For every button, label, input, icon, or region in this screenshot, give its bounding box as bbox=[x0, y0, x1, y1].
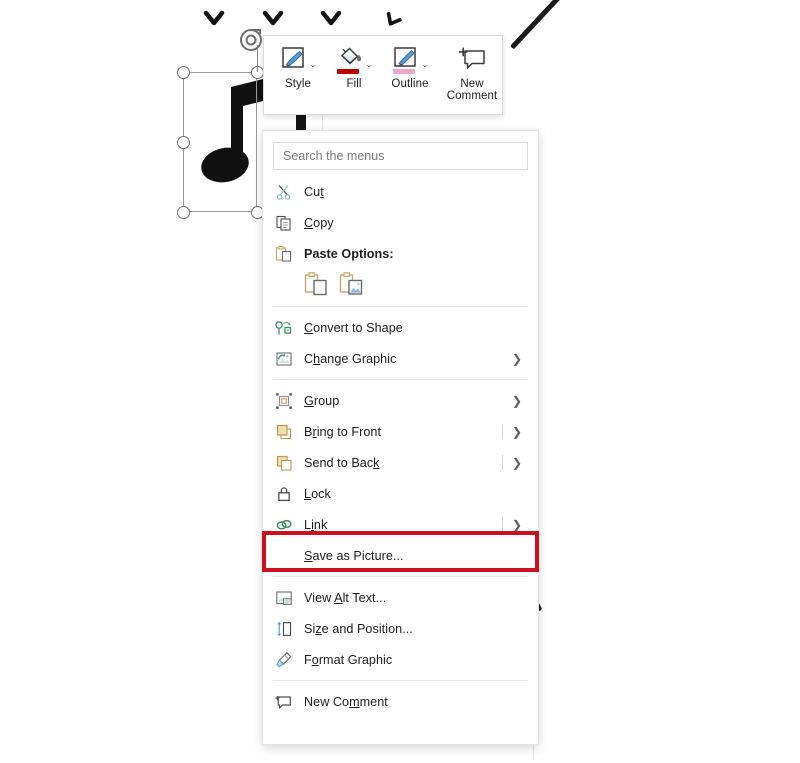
chevron-right-icon[interactable]: ❯ bbox=[512, 519, 526, 531]
menu-item-paste-options[interactable]: Paste Options: bbox=[263, 238, 538, 269]
menu-item-cut-label: Cut bbox=[304, 184, 324, 199]
menu-item-send-to-back[interactable]: Send to Back ❯ bbox=[263, 447, 538, 478]
menu-item-link[interactable]: Link ❯ bbox=[263, 509, 538, 540]
menu-item-paste-options-label: Paste Options: bbox=[304, 246, 394, 261]
selection-handle-top-left[interactable] bbox=[176, 65, 190, 79]
selection-handle-bottom-left[interactable] bbox=[176, 205, 190, 219]
menu-item-size-and-position[interactable]: Size and Position... bbox=[263, 613, 538, 644]
menu-item-format-graphic-label: Format Graphic bbox=[304, 652, 393, 667]
fill-button-label: Fill bbox=[346, 78, 362, 90]
chevron-down-icon[interactable]: ⌄ bbox=[366, 51, 373, 69]
submenu-rule bbox=[501, 424, 503, 439]
menu-item-convert-to-shape-label: Convert to Shape bbox=[304, 320, 403, 335]
menu-item-cut[interactable]: Cut bbox=[263, 176, 538, 207]
menu-divider bbox=[273, 576, 528, 577]
menu-item-link-label: Link bbox=[304, 517, 328, 532]
menu-item-copy-label: Copy bbox=[304, 215, 334, 230]
format-graphic-icon bbox=[273, 649, 295, 671]
mini-toolbar: ⌄ Style ⌄ Fill ⌄ Outline New Comment bbox=[263, 35, 503, 115]
menu-item-new-comment-label: New Comment bbox=[304, 694, 388, 709]
menu-item-lock-label: Lock bbox=[304, 486, 331, 501]
fill-button[interactable]: ⌄ Fill bbox=[326, 40, 382, 111]
no-icon bbox=[273, 545, 295, 567]
menu-divider bbox=[273, 379, 528, 380]
submenu-rule bbox=[501, 517, 503, 532]
lock-icon bbox=[273, 483, 295, 505]
chevron-mark-3-icon bbox=[320, 8, 342, 30]
outline-button-label: Outline bbox=[391, 78, 429, 90]
group-icon bbox=[273, 390, 295, 412]
brush-icon bbox=[280, 45, 308, 75]
menu-item-format-graphic[interactable]: Format Graphic bbox=[263, 644, 538, 675]
link-icon bbox=[273, 514, 295, 536]
menu-divider bbox=[273, 680, 528, 681]
pen-outline-icon bbox=[392, 45, 420, 75]
menu-item-save-as-picture-label: Save as Picture... bbox=[304, 548, 404, 563]
new-comment-small-icon bbox=[273, 691, 295, 713]
menu-item-bring-to-front[interactable]: Bring to Front ❯ bbox=[263, 416, 538, 447]
convert-shape-icon bbox=[273, 317, 295, 339]
paste-picture-button[interactable] bbox=[338, 271, 364, 297]
submenu-rule bbox=[501, 455, 503, 470]
size-position-icon bbox=[273, 618, 295, 640]
menu-item-convert-to-shape[interactable]: Convert to Shape bbox=[263, 312, 538, 343]
menu-item-bring-to-front-label: Bring to Front bbox=[304, 424, 382, 439]
menu-item-change-graphic[interactable]: Change Graphic ❯ bbox=[263, 343, 538, 374]
menu-item-new-comment[interactable]: New Comment bbox=[263, 686, 538, 717]
style-button-label: Style bbox=[284, 78, 312, 90]
menu-item-lock[interactable]: Lock bbox=[263, 478, 538, 509]
new-comment-button[interactable]: New Comment bbox=[444, 40, 500, 111]
rotate-handle[interactable] bbox=[238, 27, 264, 53]
new-comment-label: New Comment bbox=[446, 78, 498, 102]
paint-bucket-icon bbox=[336, 45, 364, 75]
menu-item-group-label: Group bbox=[304, 393, 340, 408]
menu-item-send-to-back-label: Send to Back bbox=[304, 455, 380, 470]
alt-text-icon bbox=[273, 587, 295, 609]
outline-color-swatch bbox=[392, 69, 415, 74]
new-comment-icon bbox=[458, 45, 486, 75]
chevron-down-icon[interactable]: ⌄ bbox=[422, 51, 429, 69]
copy-icon bbox=[273, 212, 295, 234]
selection-frame bbox=[183, 72, 257, 212]
chevron-mark-4-icon bbox=[380, 9, 404, 33]
menu-item-change-graphic-label: Change Graphic bbox=[304, 351, 397, 366]
slide-canvas: ⌄ Style ⌄ Fill ⌄ Outline NewComment Cut Copy Pas… bbox=[0, 0, 800, 763]
change-graphic-icon bbox=[273, 348, 295, 370]
context-menu: Cut Copy Paste Options: Convert to Shape Cha… bbox=[262, 130, 539, 745]
chevron-right-icon[interactable]: ❯ bbox=[512, 353, 526, 365]
chevron-mark-1-icon bbox=[203, 8, 225, 30]
search-the-menus-input[interactable] bbox=[274, 149, 527, 163]
scissors-icon bbox=[273, 181, 295, 203]
paste-keep-source-formatting-button[interactable] bbox=[303, 271, 329, 297]
menu-item-size-and-position-label: Size and Position... bbox=[304, 621, 413, 636]
menu-item-save-as-picture[interactable]: Save as Picture... bbox=[263, 540, 538, 571]
menu-divider bbox=[273, 306, 528, 307]
bring-front-icon bbox=[273, 421, 295, 443]
search-box[interactable] bbox=[273, 142, 528, 170]
chevron-right-icon[interactable]: ❯ bbox=[512, 457, 526, 469]
selection-handle-middle-left[interactable] bbox=[176, 135, 190, 149]
diagonal-stroke-top-right bbox=[510, 0, 563, 50]
send-back-icon bbox=[273, 452, 295, 474]
menu-item-view-alt-text[interactable]: View Alt Text... bbox=[263, 582, 538, 613]
fill-color-swatch bbox=[336, 69, 359, 74]
chevron-mark-2-icon bbox=[262, 8, 284, 30]
menu-item-view-alt-text-label: View Alt Text... bbox=[304, 590, 387, 605]
paste-options-row bbox=[263, 269, 538, 301]
chevron-right-icon[interactable]: ❯ bbox=[512, 426, 526, 438]
menu-item-copy[interactable]: Copy bbox=[263, 207, 538, 238]
clipboard-icon bbox=[273, 243, 295, 265]
chevron-right-icon[interactable]: ❯ bbox=[512, 395, 526, 407]
chevron-down-icon[interactable]: ⌄ bbox=[310, 51, 317, 69]
menu-item-group[interactable]: Group ❯ bbox=[263, 385, 538, 416]
outline-button[interactable]: ⌄ Outline bbox=[382, 40, 438, 111]
style-button[interactable]: ⌄ Style bbox=[270, 40, 326, 111]
